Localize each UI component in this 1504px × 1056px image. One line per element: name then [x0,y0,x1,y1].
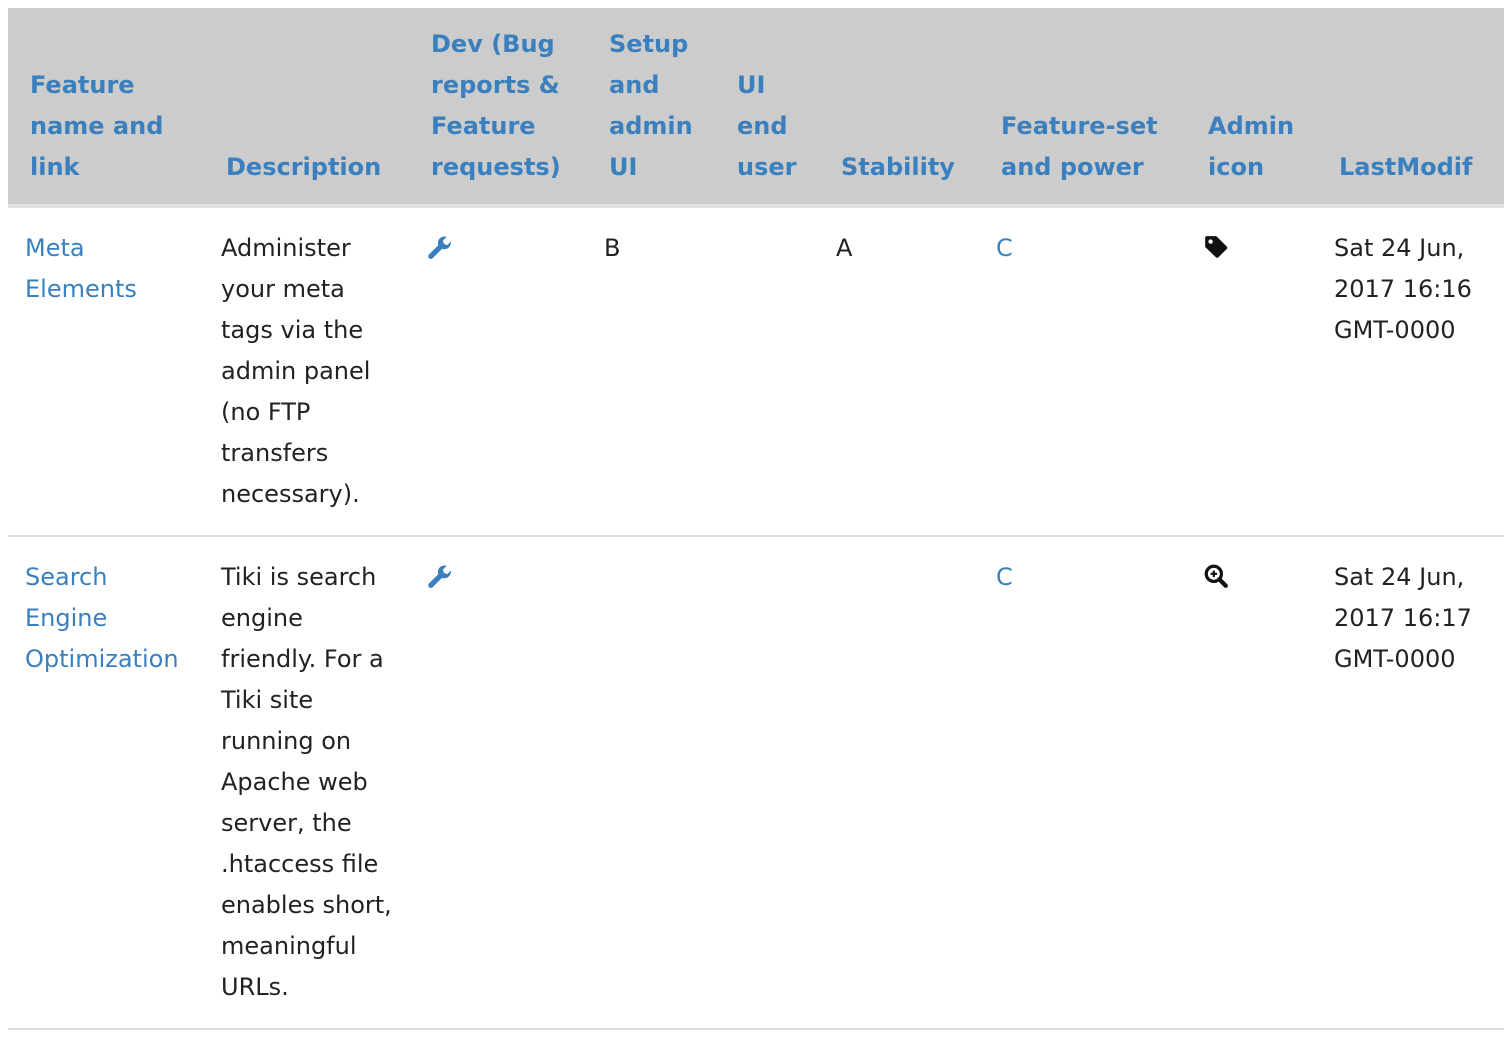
description-text: Tiki is search engine friendly. For a Ti… [221,563,392,1001]
col-last-modif[interactable]: LastModif [1317,8,1504,208]
setup-cell: B [587,206,715,537]
col-dev[interactable]: Dev (Bug reports & Feature requests) [409,8,587,208]
tag-icon [1203,234,1307,260]
description-text: Administer your meta tags via the admin … [221,234,371,508]
ui-end-user-cell [715,536,819,1030]
col-setup-label: Setup and admin UI [609,30,693,181]
col-last-modif-label: LastModif [1339,153,1473,181]
col-ui-end-user-label: UI end user [737,71,797,181]
col-feature-power-label: Feature-set and power [1001,112,1158,181]
col-description-label: Description [226,153,382,181]
feature-link[interactable]: Search Engine Optimization [25,563,179,673]
col-feature-name-label: Feature name and link [30,71,164,181]
description-cell: Administer your meta tags via the admin … [204,206,409,537]
last-modif-cell: Sat 24 Jun, 2017 16:16 GMT-0000 [1317,206,1504,537]
col-feature-name[interactable]: Feature name and link [8,8,204,208]
feature-power-link[interactable]: C [996,234,1013,262]
features-table: Feature name and link Description Dev (B… [8,8,1504,1030]
setup-value: B [604,234,621,262]
feature-power-cell: C [979,536,1186,1030]
features-table-container: Feature name and link Description Dev (B… [8,8,1504,1030]
col-ui-end-user[interactable]: UI end user [715,8,819,208]
header-row: Feature name and link Description Dev (B… [8,8,1504,208]
admin-icon-cell [1186,206,1317,537]
dev-cell [409,206,587,537]
col-setup[interactable]: Setup and admin UI [587,8,715,208]
stability-cell [819,536,979,1030]
description-cell: Tiki is search engine friendly. For a Ti… [204,536,409,1030]
admin-icon-cell [1186,536,1317,1030]
feature-power-cell: C [979,206,1186,537]
table-row: Meta Elements Administer your meta tags … [8,206,1504,537]
setup-cell [587,536,715,1030]
dev-cell [409,536,587,1030]
last-modif-cell: Sat 24 Jun, 2017 16:17 GMT-0000 [1317,536,1504,1030]
col-description[interactable]: Description [204,8,409,208]
wrench-icon[interactable] [426,563,577,591]
last-modif-value: Sat 24 Jun, 2017 16:16 GMT-0000 [1334,234,1472,344]
ui-end-user-cell [715,206,819,537]
col-stability-label: Stability [841,153,955,181]
feature-cell: Meta Elements [8,206,204,537]
col-dev-label: Dev (Bug reports & Feature requests) [431,30,561,181]
stability-value: A [836,234,853,262]
feature-link[interactable]: Meta Elements [25,234,137,303]
feature-cell: Search Engine Optimization [8,536,204,1030]
col-admin-icon-label: Admin icon [1208,112,1295,181]
col-feature-power[interactable]: Feature-set and power [979,8,1186,208]
last-modif-value: Sat 24 Jun, 2017 16:17 GMT-0000 [1334,563,1472,673]
stability-cell: A [819,206,979,537]
table-row: Search Engine Optimization Tiki is searc… [8,536,1504,1030]
wrench-icon[interactable] [426,234,577,262]
col-admin-icon[interactable]: Admin icon [1186,8,1317,208]
col-stability[interactable]: Stability [819,8,979,208]
feature-power-link[interactable]: C [996,563,1013,591]
search-plus-icon [1203,563,1307,589]
